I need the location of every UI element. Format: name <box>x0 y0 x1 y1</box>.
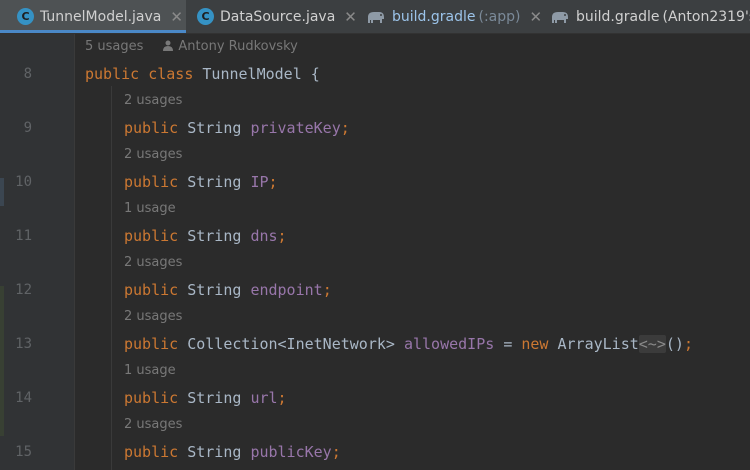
semicolon: ; <box>277 227 287 245</box>
keyword: public <box>124 443 179 461</box>
user-icon <box>163 40 174 51</box>
semicolon: ; <box>322 281 332 299</box>
line-number: 12 <box>15 282 32 298</box>
code-line-15[interactable]: public String publicKey; <box>124 442 341 462</box>
field-name: endpoint <box>250 281 323 299</box>
diamond-operator[interactable]: <~> <box>638 335 666 353</box>
line-number: 10 <box>15 174 32 190</box>
tab-tunnelmodel-java[interactable]: C TunnelModel.java ✕ <box>0 0 186 33</box>
usages-hint[interactable]: 1 usage <box>124 362 176 380</box>
gutter-change-marker <box>0 286 4 436</box>
field-name: IP <box>250 173 269 191</box>
semicolon: ; <box>683 335 693 353</box>
code-line-12[interactable]: public String endpoint; <box>124 280 332 300</box>
line-number: 11 <box>15 228 32 244</box>
line-number-gutter[interactable]: 8 9 10 11 12 13 14 15 <box>0 34 75 470</box>
indent-guide <box>111 86 112 470</box>
code-line-10[interactable]: public String IP; <box>124 172 278 192</box>
line-number: 14 <box>15 390 32 406</box>
field-name: allowedIPs <box>403 335 495 353</box>
semicolon: ; <box>268 173 278 191</box>
semicolon: ; <box>331 443 341 461</box>
keyword: public class <box>85 65 194 83</box>
keyword: public <box>124 335 179 353</box>
tab-module-suffix: (Anton2319's <box>662 8 750 25</box>
tab-label: TunnelModel.java <box>40 8 162 25</box>
code-editor[interactable]: 5 usages Antony Rudkovsky public class Tu… <box>75 34 750 470</box>
class-name: TunnelModel <box>202 65 302 83</box>
usages-hint[interactable]: 2 usages <box>124 92 182 110</box>
usages-hint[interactable]: 2 usages <box>124 308 182 326</box>
tab-module-suffix: (:app) <box>478 8 521 25</box>
author-name[interactable]: Antony Rudkovsky <box>178 39 297 54</box>
usages-hint[interactable]: 2 usages <box>124 416 182 434</box>
code-line-9[interactable]: public String privateKey; <box>124 118 350 138</box>
java-class-icon: C <box>17 8 34 25</box>
keyword: public <box>124 173 179 191</box>
tab-label: DataSource.java <box>220 8 336 25</box>
keyword: public <box>124 119 179 137</box>
line-number: 15 <box>15 444 32 460</box>
type: String <box>187 119 242 137</box>
line-number: 9 <box>23 120 32 136</box>
tab-label: build.gradle <box>392 8 476 25</box>
semicolon: ; <box>277 389 287 407</box>
type: String <box>187 389 242 407</box>
code-line-13[interactable]: public Collection<InetNetwork> allowedIP… <box>124 334 693 354</box>
field-name: url <box>250 389 278 407</box>
tab-datasource-java[interactable]: C DataSource.java ✕ <box>197 0 357 33</box>
field-name: dns <box>250 227 278 245</box>
keyword: public <box>124 389 179 407</box>
line-number: 8 <box>23 66 32 82</box>
keyword: public <box>124 281 179 299</box>
call-parens: () <box>665 335 684 353</box>
semicolon: ; <box>340 119 350 137</box>
type: String <box>187 227 242 245</box>
editor-tab-bar: C TunnelModel.java ✕ C DataSource.java ✕… <box>0 0 750 34</box>
close-icon[interactable]: ✕ <box>170 8 183 26</box>
type: String <box>187 173 242 191</box>
code-line-14[interactable]: public String url; <box>124 388 287 408</box>
type: String <box>187 443 242 461</box>
usages-hint[interactable]: 5 usages Antony Rudkovsky <box>85 38 298 56</box>
assignment-operator: = <box>503 335 513 353</box>
keyword: new <box>521 335 549 353</box>
gradle-elephant-icon <box>550 8 570 25</box>
tab-build-gradle-root[interactable]: build.gradle (Anton2319's <box>550 0 750 33</box>
java-class-icon: C <box>197 8 214 25</box>
gradle-elephant-icon <box>366 8 386 25</box>
close-icon[interactable]: ✕ <box>344 8 357 26</box>
code-line-11[interactable]: public String dns; <box>124 226 287 246</box>
type: String <box>187 281 242 299</box>
open-brace: { <box>310 65 320 83</box>
field-name: publicKey <box>250 443 332 461</box>
tab-label: build.gradle <box>576 8 660 25</box>
constructor-name: ArrayList <box>557 335 639 353</box>
usages-hint[interactable]: 1 usage <box>124 200 176 218</box>
code-line-8[interactable]: public class TunnelModel { <box>85 64 320 84</box>
close-icon[interactable]: ✕ <box>530 8 543 26</box>
tab-build-gradle-app[interactable]: build.gradle (:app) ✕ <box>366 0 542 33</box>
usages-hint[interactable]: 2 usages <box>124 254 182 272</box>
usages-count[interactable]: 5 usages <box>85 39 143 54</box>
type: Collection<InetNetwork> <box>187 335 395 353</box>
keyword: public <box>124 227 179 245</box>
usages-hint[interactable]: 2 usages <box>124 146 182 164</box>
field-name: privateKey <box>250 119 341 137</box>
line-number: 13 <box>15 336 32 352</box>
